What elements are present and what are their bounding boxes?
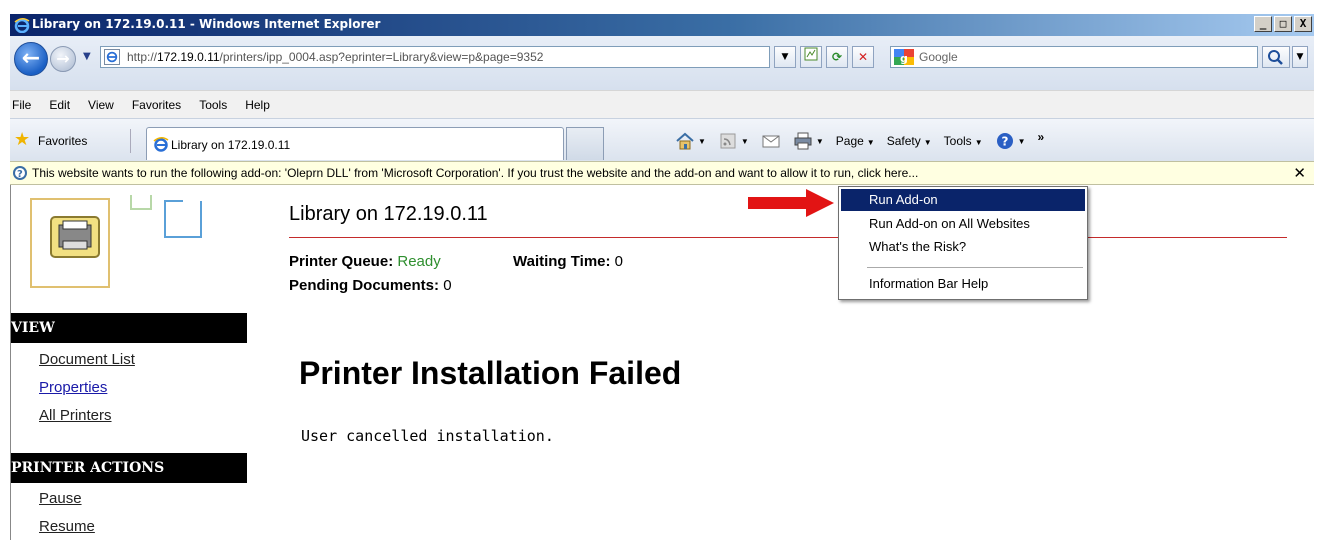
menu-item-run-add-on[interactable]: Run Add-on — [841, 189, 1085, 211]
title-bar: Library on 172.19.0.11 - Windows Interne… — [10, 14, 1314, 36]
stop-icon: ✕ — [857, 50, 869, 64]
back-button[interactable]: ← — [14, 42, 48, 76]
page-title: Library on 172.19.0.11 — [289, 203, 488, 225]
command-bar: ▼ ▼ ▼ Page ▼ Safety ▼ Tools ▼ ? ▼ » — [675, 130, 1056, 150]
sidebar-view-header: VIEW — [11, 313, 247, 343]
menu-favorites[interactable]: Favorites — [132, 98, 181, 112]
menu-file[interactable]: File — [12, 98, 31, 112]
home-icon — [676, 132, 694, 150]
title-divider — [289, 237, 1287, 238]
red-arrow-annotation — [748, 189, 834, 217]
search-input[interactable]: g Google — [890, 46, 1258, 68]
menu-tools[interactable]: Tools — [199, 98, 227, 112]
feeds-icon — [720, 133, 736, 149]
mail-icon — [762, 135, 780, 148]
address-input[interactable]: http://172.19.0.11/printers/ipp_0004.asp… — [100, 46, 770, 68]
page-menu-button[interactable]: Page ▼ — [836, 134, 875, 148]
search-icon — [1268, 50, 1283, 65]
print-button[interactable]: ▼ — [793, 132, 824, 150]
sidebar-link-properties[interactable]: Properties — [39, 379, 107, 396]
menu-item-information-bar-help[interactable]: Information Bar Help — [841, 273, 1085, 295]
menu-item-run-add-on-all-websites[interactable]: Run Add-on on All Websites — [841, 213, 1085, 235]
home-button[interactable]: ▼ — [675, 132, 706, 150]
favorites-star-icon[interactable]: ★ — [14, 131, 32, 149]
minimize-button[interactable]: _ — [1254, 16, 1272, 32]
menu-item-whats-the-risk[interactable]: What's the Risk? — [841, 236, 1085, 258]
maximize-button[interactable]: □ — [1274, 16, 1292, 32]
page-icon — [104, 49, 120, 65]
page-content: VIEW Document List Properties All Printe… — [10, 185, 1314, 540]
sidebar-link-all-printers[interactable]: All Printers — [39, 407, 112, 424]
address-toolbar: ← → ▼ http://172.19.0.11/printers/ipp_00… — [10, 36, 1314, 90]
close-window-button[interactable]: X — [1294, 16, 1312, 32]
menu-bar: File Edit View Favorites Tools Help — [10, 90, 1314, 118]
safety-menu-button[interactable]: Safety ▼ — [887, 134, 932, 148]
information-bar-text: This website wants to run the following … — [32, 166, 919, 180]
separator — [130, 129, 131, 153]
sidebar-link-resume[interactable]: Resume — [39, 518, 95, 535]
help-icon: ? — [996, 133, 1013, 149]
tools-menu-button[interactable]: Tools ▼ — [944, 134, 983, 148]
sidebar-actions-header: PRINTER ACTIONS — [11, 453, 247, 483]
menu-view[interactable]: View — [88, 98, 114, 112]
help-menu-button[interactable]: ? ▼ — [995, 132, 1026, 150]
tab-label: Library on 172.19.0.11 — [171, 138, 291, 152]
menu-separator — [867, 267, 1083, 268]
menu-help[interactable]: Help — [245, 98, 270, 112]
url-text: http://172.19.0.11/printers/ipp_0004.asp… — [127, 50, 544, 64]
forward-button[interactable]: → — [50, 46, 76, 72]
compatibility-icon — [804, 47, 818, 61]
svg-text:g: g — [900, 52, 908, 65]
waiting-time-status: Waiting Time: 0 — [513, 253, 624, 270]
print-icon — [794, 132, 812, 150]
printer-folder-logo — [30, 195, 202, 288]
favorites-button[interactable]: Favorites — [38, 134, 87, 148]
read-mail-button[interactable] — [761, 132, 781, 150]
tab-library[interactable]: Library on 172.19.0.11 — [146, 127, 564, 160]
new-tab-button[interactable] — [566, 127, 604, 160]
refresh-icon: ⟳ — [831, 50, 843, 64]
chevron-more-icon[interactable]: » — [1038, 130, 1045, 144]
feeds-button[interactable]: ▼ — [718, 132, 749, 150]
forward-arrow-icon: → — [56, 49, 70, 68]
printer-queue-status: Printer Queue: Ready — [289, 253, 441, 270]
address-dropdown-button[interactable]: ▼ — [774, 46, 796, 68]
error-heading: Printer Installation Failed — [299, 355, 682, 391]
stop-button[interactable]: ✕ — [852, 46, 874, 68]
svg-text:?: ? — [1001, 135, 1008, 149]
compatibility-view-button[interactable] — [800, 46, 822, 68]
search-options-dropdown[interactable]: ▼ — [1292, 46, 1308, 68]
pending-documents-status: Pending Documents: 0 — [289, 277, 452, 294]
search-placeholder: Google — [919, 50, 958, 64]
info-shield-icon: ? — [13, 166, 27, 180]
ie-logo-icon — [14, 18, 30, 33]
google-icon: g — [894, 49, 914, 65]
refresh-button[interactable]: ⟳ — [826, 46, 848, 68]
favorites-bar: ★ Favorites Library on 172.19.0.11 ▼ ▼ ▼… — [10, 118, 1314, 161]
sidebar-link-pause[interactable]: Pause — [39, 490, 82, 507]
history-dropdown-icon[interactable]: ▼ — [83, 51, 91, 62]
ie-tab-icon — [153, 137, 169, 152]
close-icon[interactable]: ✕ — [1293, 164, 1306, 182]
svg-text:?: ? — [17, 169, 23, 180]
search-button[interactable] — [1262, 46, 1290, 68]
back-arrow-icon: ← — [21, 46, 41, 71]
menu-edit[interactable]: Edit — [49, 98, 70, 112]
information-bar[interactable]: ? This website wants to run the followin… — [10, 161, 1314, 185]
window-title: Library on 172.19.0.11 - Windows Interne… — [32, 17, 381, 31]
sidebar-link-document-list[interactable]: Document List — [39, 351, 135, 368]
information-bar-context-menu: Run Add-on Run Add-on on All Websites Wh… — [838, 186, 1088, 300]
error-message: User cancelled installation. — [301, 427, 554, 445]
